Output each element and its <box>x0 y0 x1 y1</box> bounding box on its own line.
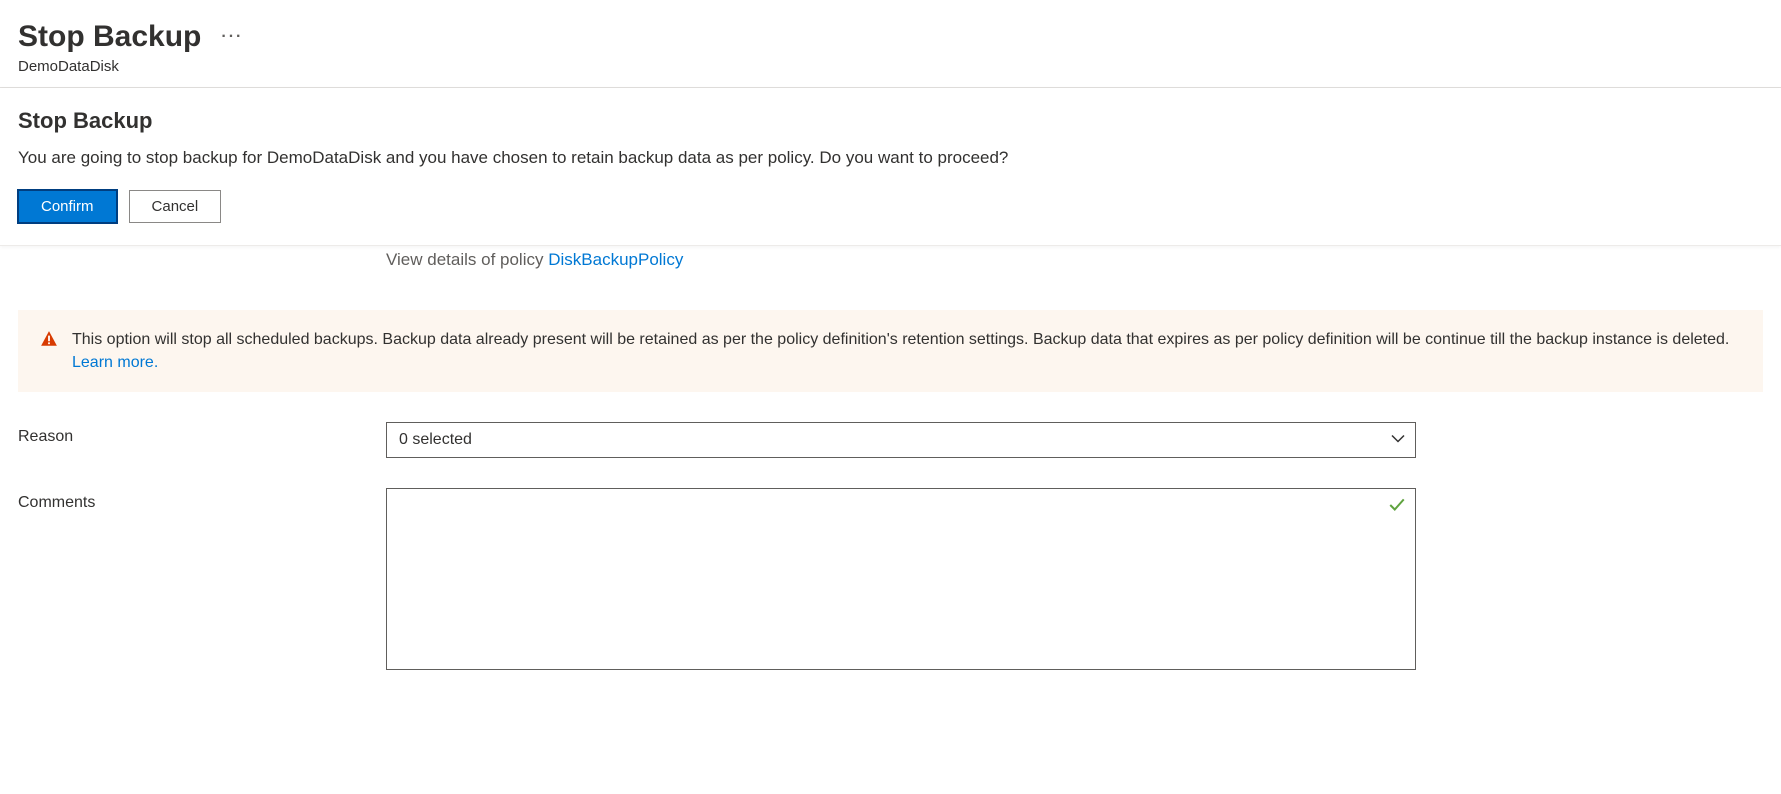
body-area: View details of policy DiskBackupPolicy … <box>0 246 1781 673</box>
confirm-message: You are going to stop backup for DemoDat… <box>18 148 1763 168</box>
policy-prefix: View details of policy <box>386 250 548 269</box>
reason-value: 0 selected <box>399 431 472 449</box>
more-actions-icon[interactable]: ··· <box>221 28 243 46</box>
warning-message: This option will stop all scheduled back… <box>72 331 1729 348</box>
learn-more-link[interactable]: Learn more. <box>72 354 158 371</box>
comments-row: Comments <box>18 488 1763 673</box>
cancel-button[interactable]: Cancel <box>129 190 222 223</box>
reason-select[interactable]: 0 selected <box>386 422 1416 458</box>
warning-icon <box>40 330 58 348</box>
reason-row: Reason 0 selected <box>18 422 1763 458</box>
comments-input[interactable] <box>386 488 1416 670</box>
page-title: Stop Backup <box>18 20 201 54</box>
policy-link[interactable]: DiskBackupPolicy <box>548 250 683 269</box>
confirm-title: Stop Backup <box>18 108 1763 134</box>
comments-label: Comments <box>18 488 386 512</box>
reason-label: Reason <box>18 422 386 446</box>
warning-box: This option will stop all scheduled back… <box>18 310 1763 392</box>
confirm-button[interactable]: Confirm <box>18 190 117 223</box>
policy-line: View details of policy DiskBackupPolicy <box>386 246 1763 270</box>
form-area: Reason 0 selected Comments <box>18 422 1763 673</box>
page-header: Stop Backup ··· DemoDataDisk <box>0 0 1781 88</box>
page-subtitle: DemoDataDisk <box>18 58 1763 75</box>
warning-text: This option will stop all scheduled back… <box>72 328 1741 374</box>
confirm-panel: Stop Backup You are going to stop backup… <box>0 88 1781 246</box>
button-row: Confirm Cancel <box>18 190 1763 223</box>
check-icon <box>1388 496 1406 517</box>
